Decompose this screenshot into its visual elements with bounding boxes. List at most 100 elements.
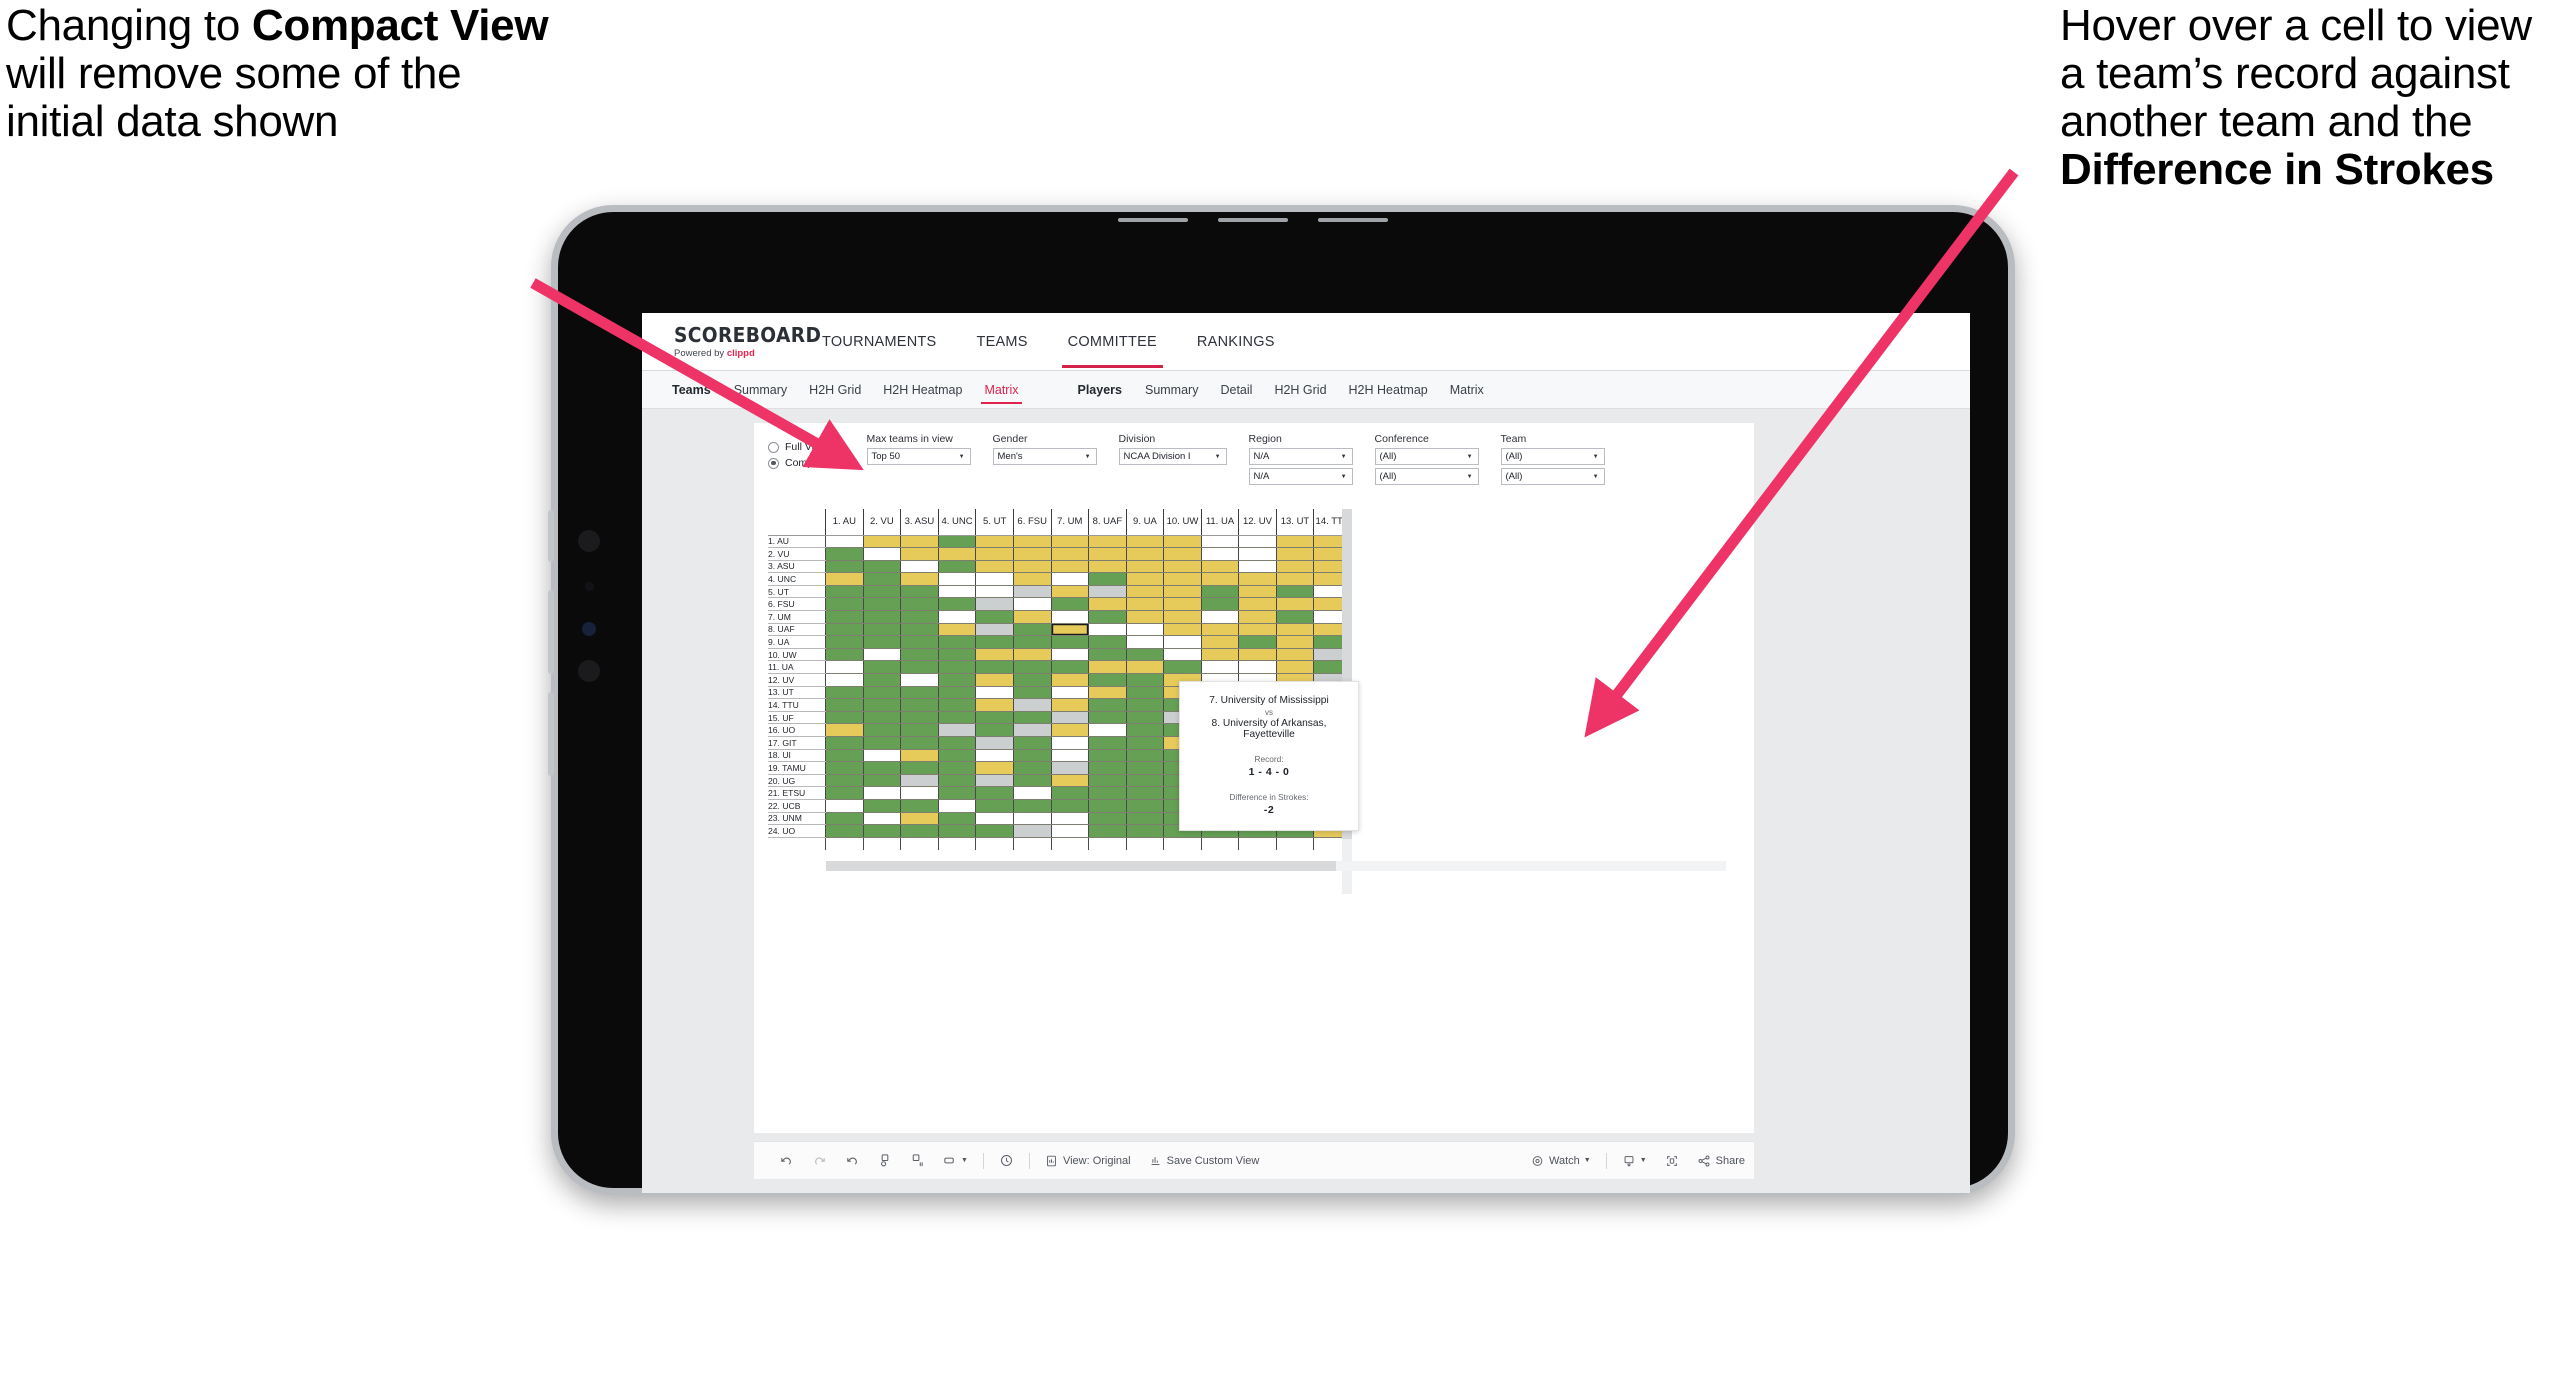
subtab-teams-h2h-grid[interactable]: H2H Grid [798, 373, 872, 406]
matrix-cell[interactable] [937, 560, 977, 574]
matrix-cell[interactable] [1125, 560, 1165, 574]
matrix-cell[interactable] [975, 597, 1014, 612]
matrix-cell[interactable] [1238, 585, 1277, 599]
matrix-cell[interactable] [862, 749, 902, 763]
matrix-cell[interactable] [937, 736, 977, 750]
matrix-cell[interactable] [1088, 786, 1127, 800]
matrix-cell[interactable] [1238, 535, 1277, 549]
matrix-cell[interactable] [900, 761, 939, 775]
matrix-cell[interactable] [1163, 660, 1202, 675]
matrix-cell[interactable] [1088, 535, 1127, 549]
matrix-cell[interactable] [825, 824, 864, 838]
matrix-cell[interactable] [1050, 635, 1090, 649]
nav-item-teams[interactable]: TEAMS [956, 315, 1047, 368]
matrix-cell[interactable] [862, 660, 902, 675]
matrix-cell[interactable] [862, 635, 902, 649]
matrix-cell[interactable] [937, 749, 977, 763]
matrix-cell[interactable] [1012, 812, 1052, 826]
matrix-cell[interactable] [1088, 799, 1127, 813]
matrix-cell[interactable] [1012, 547, 1052, 561]
matrix-cell[interactable] [825, 723, 864, 737]
matrix-cell[interactable] [862, 673, 902, 687]
matrix-cell[interactable] [937, 698, 977, 712]
matrix-cell[interactable] [1012, 635, 1052, 649]
matrix-cell[interactable] [937, 711, 977, 725]
matrix-cell[interactable] [1012, 824, 1052, 838]
matrix-cell[interactable] [1012, 660, 1052, 675]
watch-button[interactable]: Watch ▼ [1522, 1154, 1600, 1168]
matrix-cell[interactable] [1050, 535, 1090, 549]
matrix-cell[interactable] [1012, 623, 1052, 637]
matrix-cell[interactable] [862, 711, 902, 725]
matrix-cell[interactable] [975, 660, 1014, 675]
matrix-cell[interactable] [1012, 560, 1052, 574]
matrix-cell[interactable] [1012, 610, 1052, 624]
matrix-cell[interactable] [937, 673, 977, 687]
matrix-cell[interactable] [975, 723, 1014, 737]
matrix-cell[interactable] [862, 686, 902, 700]
matrix-cell[interactable] [1012, 723, 1052, 737]
matrix-cell[interactable] [1275, 597, 1315, 612]
matrix-cell[interactable] [1275, 535, 1315, 549]
matrix-cell[interactable] [1200, 535, 1240, 549]
matrix-cell[interactable] [1050, 648, 1090, 662]
view-original-button[interactable]: View: Original [1036, 1154, 1140, 1168]
matrix-cell[interactable] [1050, 547, 1090, 561]
matrix-cell[interactable] [1050, 786, 1090, 800]
matrix-cell[interactable] [1125, 673, 1165, 687]
matrix-cell[interactable] [900, 698, 939, 712]
matrix-cell[interactable] [862, 648, 902, 662]
matrix-cell[interactable] [825, 711, 864, 725]
matrix-cell[interactable] [1275, 610, 1315, 624]
matrix-cell[interactable] [1050, 812, 1090, 826]
matrix-cell[interactable] [1012, 686, 1052, 700]
matrix-cell[interactable] [1238, 623, 1277, 637]
matrix-cell[interactable] [862, 572, 902, 586]
matrix-cell[interactable] [1088, 673, 1127, 687]
matrix-cell[interactable] [825, 597, 864, 612]
matrix-cell[interactable] [825, 673, 864, 687]
matrix-cell[interactable] [1012, 799, 1052, 813]
matrix-cell[interactable] [937, 660, 977, 675]
matrix-cell[interactable] [1275, 623, 1315, 637]
matrix-cell[interactable] [1125, 799, 1165, 813]
matrix-cell[interactable] [1012, 535, 1052, 549]
matrix-cell[interactable] [1012, 585, 1052, 599]
device-button-top[interactable] [548, 510, 554, 562]
device-button-volume-up[interactable] [548, 590, 554, 674]
matrix-cell[interactable] [1200, 597, 1240, 612]
matrix-cell[interactable] [975, 686, 1014, 700]
matrix-cell[interactable] [937, 812, 977, 826]
fullscreen-button[interactable] [1656, 1154, 1688, 1168]
matrix-cell[interactable] [975, 774, 1014, 788]
matrix-cell[interactable] [825, 686, 864, 700]
matrix-cell[interactable] [975, 535, 1014, 549]
matrix-cell[interactable] [1088, 635, 1127, 649]
matrix-cell[interactable] [1125, 812, 1165, 826]
matrix-cell[interactable] [825, 761, 864, 775]
matrix-cell[interactable] [900, 560, 939, 574]
matrix-cell[interactable] [1200, 648, 1240, 662]
matrix-cell[interactable] [1125, 824, 1165, 838]
horizontal-scrollbar-track[interactable] [826, 861, 1726, 871]
matrix-cell[interactable] [1125, 761, 1165, 775]
matrix-cell[interactable] [1012, 761, 1052, 775]
matrix-cell[interactable] [1275, 648, 1315, 662]
matrix-cell[interactable] [1238, 648, 1277, 662]
matrix-cell[interactable] [825, 799, 864, 813]
matrix-cell[interactable] [1012, 597, 1052, 612]
matrix-cell[interactable] [1088, 547, 1127, 561]
share-button[interactable]: Share [1688, 1154, 1754, 1168]
matrix-cell[interactable] [862, 774, 902, 788]
matrix-cell[interactable] [975, 824, 1014, 838]
matrix-cell[interactable] [825, 812, 864, 826]
matrix-cell[interactable] [975, 711, 1014, 725]
matrix-cell[interactable] [1200, 585, 1240, 599]
brand-logo[interactable]: SCOREBOARD Powered by clippd [642, 325, 821, 359]
subtab-players-h2h-grid[interactable]: H2H Grid [1263, 373, 1337, 406]
nav-item-committee[interactable]: COMMITTEE [1048, 315, 1177, 368]
matrix-cell[interactable] [900, 736, 939, 750]
matrix-cell[interactable] [900, 673, 939, 687]
matrix-cell[interactable] [1012, 673, 1052, 687]
subtab-players-detail[interactable]: Detail [1209, 373, 1263, 406]
